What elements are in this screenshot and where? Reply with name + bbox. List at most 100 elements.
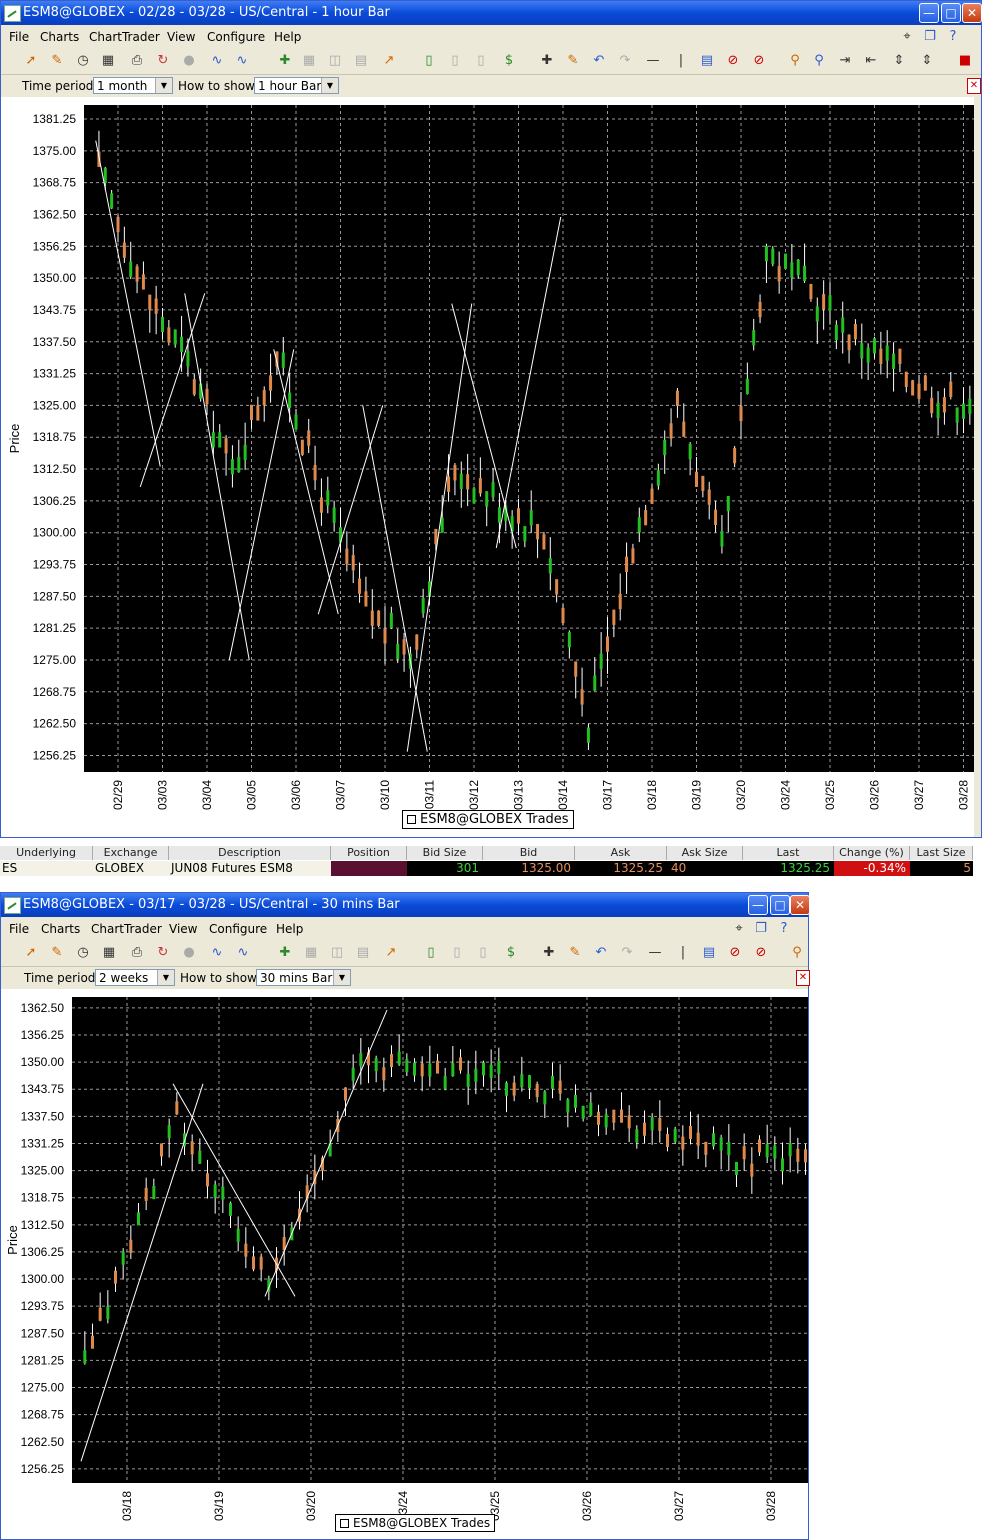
col-bid[interactable]: Bid xyxy=(483,846,575,860)
indicator-icon[interactable]: ∿ xyxy=(235,945,251,961)
vline-icon[interactable]: | xyxy=(673,53,689,69)
window1-titlebar[interactable]: ESM8@GLOBEX - 02/28 - 03/28 - US/Central… xyxy=(1,1,982,25)
no-draw-icon[interactable]: ⊘ xyxy=(725,53,741,69)
cell-bid[interactable]: 1325.00 xyxy=(483,861,575,876)
chevron-down-icon[interactable]: ▼ xyxy=(321,78,338,93)
study-icon[interactable]: ∿ xyxy=(209,53,225,69)
vline-icon[interactable]: | xyxy=(675,945,691,961)
print-icon[interactable]: ⎙ xyxy=(129,53,145,69)
menu-view[interactable]: View xyxy=(169,922,197,936)
chart-props-icon[interactable]: ▦ xyxy=(101,945,117,961)
chart-props-icon[interactable]: ▦ xyxy=(100,53,116,69)
study-icon[interactable]: ∿ xyxy=(209,945,225,961)
help-icon[interactable]: ? xyxy=(945,29,961,45)
no-draw2-icon[interactable]: ⊘ xyxy=(753,945,769,961)
pencil-icon[interactable]: ✎ xyxy=(49,53,65,69)
table-icon[interactable]: ▤ xyxy=(699,53,715,69)
window-icon[interactable]: ❐ xyxy=(922,29,938,45)
add-icon[interactable]: ✚ xyxy=(277,53,293,69)
maximize-button[interactable]: □ xyxy=(941,3,961,23)
line-chart-icon[interactable]: ↗ xyxy=(381,53,397,69)
zoom-in-icon[interactable]: ⚲ xyxy=(789,945,805,961)
bar-type-icon[interactable]: ▯ xyxy=(421,53,437,69)
cell-exchange[interactable]: GLOBEX xyxy=(93,861,169,876)
no-draw-icon[interactable]: ⊘ xyxy=(727,945,743,961)
scroll-left-icon[interactable]: ⇤ xyxy=(863,53,879,69)
draw-icon[interactable]: ✎ xyxy=(567,945,583,961)
hline-icon[interactable]: — xyxy=(647,945,663,961)
menu-view[interactable]: View xyxy=(167,30,195,44)
how-to-show-select[interactable]: 1 hour Bar ▼ xyxy=(254,77,339,94)
col-description[interactable]: Description xyxy=(169,846,331,860)
table-icon[interactable]: ▤ xyxy=(701,945,717,961)
cell-underlying[interactable]: ES xyxy=(0,861,93,876)
chevron-down-icon[interactable]: ▼ xyxy=(155,78,172,93)
cell-position[interactable] xyxy=(331,861,407,876)
time-period-select[interactable]: 2 weeks ▼ xyxy=(95,969,175,986)
add-icon[interactable]: ✚ xyxy=(277,945,293,961)
cell-description[interactable]: JUN08 Futures ESM8 xyxy=(169,861,331,876)
undo-icon[interactable]: ↶ xyxy=(591,53,607,69)
close-panel-icon[interactable]: ✕ xyxy=(796,970,810,986)
cell-last[interactable]: 1325.25 xyxy=(743,861,834,876)
maximize-button[interactable]: □ xyxy=(770,895,790,915)
indicator-icon[interactable]: ∿ xyxy=(234,53,250,69)
chevron-down-icon[interactable]: ▼ xyxy=(157,970,174,985)
price-icon[interactable]: $ xyxy=(501,53,517,69)
bar-type-icon[interactable]: ▯ xyxy=(423,945,439,961)
crosshair-icon[interactable]: ⌖ xyxy=(899,29,915,45)
col-last[interactable]: Last xyxy=(743,846,834,860)
crosshair-icon[interactable]: ⌖ xyxy=(731,921,747,937)
chart2-legend[interactable]: ESM8@GLOBEX Trades xyxy=(335,1514,496,1532)
cursor-icon[interactable]: ✚ xyxy=(539,53,555,69)
cell-change[interactable]: -0.34% xyxy=(834,861,910,876)
chart2-svg[interactable]: 1362.50 1356.25 1350.00 1343.75 1337.50 1331.… xyxy=(1,989,808,1539)
menu-charts[interactable]: Charts xyxy=(41,922,80,936)
expand-icon[interactable]: ⇕ xyxy=(891,53,907,69)
legend-checkbox[interactable] xyxy=(340,1519,349,1528)
refresh-icon[interactable]: ↻ xyxy=(155,53,171,69)
help-icon[interactable]: ? xyxy=(776,921,792,937)
col-underlying[interactable]: Underlying xyxy=(0,846,93,860)
legend-checkbox[interactable] xyxy=(407,815,416,824)
config-icon[interactable]: ■ xyxy=(957,53,973,69)
zoom-in-icon[interactable]: ⚲ xyxy=(787,53,803,69)
col-bid-size[interactable]: Bid Size xyxy=(407,846,483,860)
new-chart-icon[interactable]: ➚ xyxy=(23,945,39,961)
compress-icon[interactable]: ⇕ xyxy=(919,53,935,69)
col-change[interactable]: Change (%) xyxy=(834,846,910,860)
menu-file[interactable]: File xyxy=(9,30,29,44)
clock-icon[interactable]: ◷ xyxy=(75,945,91,961)
col-ask-size[interactable]: Ask Size xyxy=(667,846,743,860)
undo-icon[interactable]: ↶ xyxy=(593,945,609,961)
price-icon[interactable]: $ xyxy=(503,945,519,961)
time-period-select[interactable]: 1 month ▼ xyxy=(93,77,173,94)
new-chart-icon[interactable]: ➚ xyxy=(23,53,39,69)
chevron-down-icon[interactable]: ▼ xyxy=(333,970,350,985)
line-chart-icon[interactable]: ↗ xyxy=(383,945,399,961)
menu-charttrader[interactable]: ChartTrader xyxy=(91,922,162,936)
chart1-svg[interactable]: 1381.25 1375.00 1368.75 1362.50 1356.25 1350.… xyxy=(1,97,974,837)
menu-help[interactable]: Help xyxy=(274,30,301,44)
menu-file[interactable]: File xyxy=(9,922,29,936)
how-to-show-select[interactable]: 30 mins Bar ▼ xyxy=(256,969,351,986)
close-panel-icon[interactable]: ✕ xyxy=(967,78,981,94)
close-button[interactable]: ✕ xyxy=(962,3,982,23)
menu-help[interactable]: Help xyxy=(276,922,303,936)
cell-last-size[interactable]: 5 xyxy=(910,861,973,876)
col-position[interactable]: Position xyxy=(331,846,407,860)
scroll-right-icon[interactable]: ⇥ xyxy=(837,53,853,69)
zoom-out-icon[interactable]: ⚲ xyxy=(811,53,827,69)
close-button[interactable]: ✕ xyxy=(790,895,810,915)
clock-icon[interactable]: ◷ xyxy=(75,53,91,69)
window2-titlebar[interactable]: ESM8@GLOBEX - 03/17 - 03/28 - US/Central… xyxy=(1,893,810,917)
menu-charts[interactable]: Charts xyxy=(40,30,79,44)
col-last-size[interactable]: Last Size xyxy=(910,846,973,860)
refresh-icon[interactable]: ↻ xyxy=(155,945,171,961)
minimize-button[interactable]: — xyxy=(919,3,939,23)
no-draw2-icon[interactable]: ⊘ xyxy=(751,53,767,69)
menu-charttrader[interactable]: ChartTrader xyxy=(89,30,160,44)
menu-configure[interactable]: Configure xyxy=(207,30,265,44)
col-ask[interactable]: Ask xyxy=(575,846,667,860)
print-icon[interactable]: ⎙ xyxy=(129,945,145,961)
